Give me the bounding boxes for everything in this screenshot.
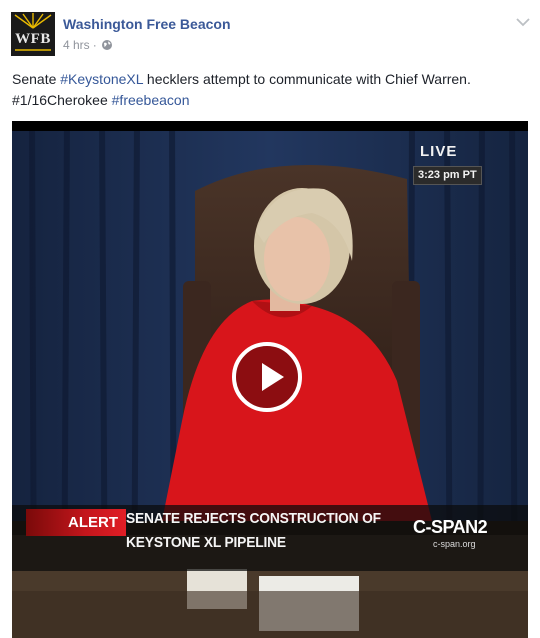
play-button[interactable] [232,342,302,412]
news-headline: SENATE REJECTS CONSTRUCTION OF KEYSTONE … [126,507,386,555]
play-icon [262,363,284,391]
post-timestamp[interactable]: 4 hrs [63,38,90,52]
network-url: c-span.org [433,539,476,549]
alert-label: ALERT [26,509,126,536]
chevron-down-icon[interactable] [516,14,530,27]
video-player[interactable]: LIVE 3:23 pm PT ALERT SENATE REJECTS CON… [12,121,528,638]
avatar-text: WFB [15,31,51,47]
page-avatar[interactable]: WFB [11,12,55,56]
post-meta: 4 hrs · [63,38,113,52]
post-text-part: #1/16Cherokee [12,92,112,108]
facebook-post: WFB Washington Free Beacon 4 hrs · Senat… [0,0,540,638]
page-name-link[interactable]: Washington Free Beacon [63,16,231,32]
broadcast-time: 3:23 pm PT [413,166,482,185]
post-text-part: hecklers attempt to communicate with Chi… [143,71,471,87]
network-logo: C-SPAN2 [413,517,488,537]
globe-icon[interactable] [101,39,113,51]
headline-line-1: SENATE REJECTS CONSTRUCTION OF [126,510,381,527]
meta-separator: · [92,38,97,52]
hashtag-keystonexl[interactable]: #KeystoneXL [60,71,143,87]
headline-line-2: KEYSTONE XL PIPELINE [126,534,286,551]
live-badge: LIVE [420,143,458,160]
hashtag-freebeacon[interactable]: #freebeacon [112,92,190,108]
post-message: Senate #KeystoneXL hecklers attempt to c… [12,69,528,111]
post-text-part: Senate [12,71,61,87]
